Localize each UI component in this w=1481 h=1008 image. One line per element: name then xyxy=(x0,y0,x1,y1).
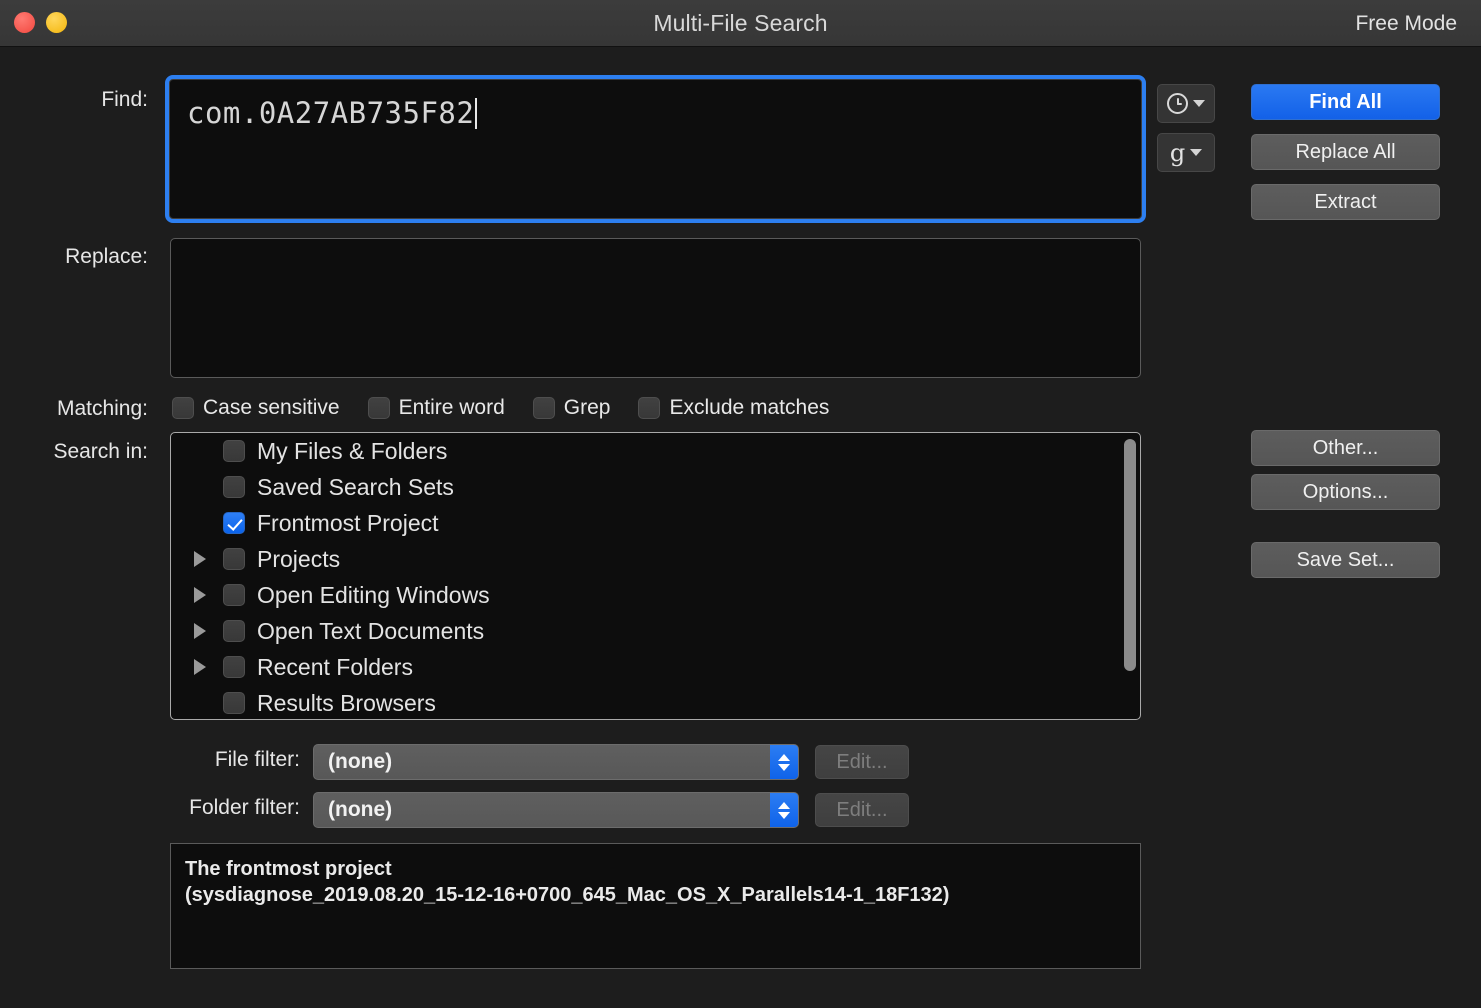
folder-filter-label: Folder filter: xyxy=(140,796,300,820)
file-filter-edit-button[interactable]: Edit... xyxy=(815,745,909,779)
chevron-up-icon xyxy=(778,802,790,809)
checkbox-label: Case sensitive xyxy=(203,396,340,420)
stepper-icon[interactable] xyxy=(770,793,798,827)
list-scrollbar[interactable] xyxy=(1123,437,1137,717)
folder-filter-edit-button[interactable]: Edit... xyxy=(815,793,909,827)
list-item-label: Frontmost Project xyxy=(257,510,439,537)
disclosure-triangle-icon[interactable] xyxy=(189,587,211,603)
save-set-button[interactable]: Save Set... xyxy=(1251,542,1440,578)
checkbox-box[interactable] xyxy=(638,397,660,419)
disclosure-triangle-icon[interactable] xyxy=(189,623,211,639)
list-item-my-files-and-folders[interactable]: My Files & Folders xyxy=(171,433,1140,469)
checkbox-entire-word[interactable]: Entire word xyxy=(368,396,505,420)
find-input-value: com.0A27AB735F82 xyxy=(187,96,474,130)
folder-filter-select[interactable]: (none) xyxy=(313,792,799,828)
multi-file-search-window: Multi-File Search Free Mode Find: com.0A… xyxy=(0,0,1481,1008)
matching-label: Matching: xyxy=(20,397,148,421)
folder-filter-value: (none) xyxy=(314,798,392,822)
list-item-open-text-documents[interactable]: Open Text Documents xyxy=(171,613,1140,649)
matching-options: Case sensitive Entire word Grep Exclude … xyxy=(172,394,857,422)
list-item-saved-search-sets[interactable]: Saved Search Sets xyxy=(171,469,1140,505)
checkbox-box[interactable] xyxy=(223,656,245,678)
find-input-text: com.0A27AB735F82 xyxy=(187,96,477,130)
chevron-down-icon xyxy=(1190,149,1202,156)
status-info-box: The frontmost project (sysdiagnose_2019.… xyxy=(170,843,1141,969)
search-in-list[interactable]: My Files & Folders Saved Search Sets Fro… xyxy=(170,432,1141,720)
replace-all-button[interactable]: Replace All xyxy=(1251,134,1440,170)
checkbox-box[interactable] xyxy=(223,548,245,570)
list-item-label: Results Browsers xyxy=(257,690,436,717)
extract-button[interactable]: Extract xyxy=(1251,184,1440,220)
window-title: Multi-File Search xyxy=(0,0,1481,47)
list-item-results-browsers[interactable]: Results Browsers xyxy=(171,685,1140,720)
checkbox-box[interactable] xyxy=(533,397,555,419)
replace-label: Replace: xyxy=(20,245,148,269)
status-line-1: The frontmost project xyxy=(185,856,1126,882)
disclosure-triangle-icon[interactable] xyxy=(189,551,211,567)
checkbox-box[interactable] xyxy=(368,397,390,419)
options-button[interactable]: Options... xyxy=(1251,474,1440,510)
checkbox-case-sensitive[interactable]: Case sensitive xyxy=(172,396,340,420)
checkbox-box[interactable] xyxy=(223,512,245,534)
list-item-projects[interactable]: Projects xyxy=(171,541,1140,577)
list-item-open-editing-windows[interactable]: Open Editing Windows xyxy=(171,577,1140,613)
title-bar: Multi-File Search Free Mode xyxy=(0,0,1481,47)
list-item-frontmost-project[interactable]: Frontmost Project xyxy=(171,505,1140,541)
list-item-label: My Files & Folders xyxy=(257,438,447,465)
checkbox-box[interactable] xyxy=(223,476,245,498)
grep-pattern-dropdown[interactable]: g xyxy=(1157,133,1215,172)
chevron-down-icon xyxy=(778,812,790,819)
file-filter-value: (none) xyxy=(314,750,392,774)
chevron-down-icon xyxy=(1193,100,1205,107)
search-history-dropdown[interactable] xyxy=(1157,84,1215,123)
free-mode-label: Free Mode xyxy=(1355,0,1457,47)
other-button[interactable]: Other... xyxy=(1251,430,1440,466)
disclosure-triangle-icon[interactable] xyxy=(189,659,211,675)
status-line-2: (sysdiagnose_2019.08.20_15-12-16+0700_64… xyxy=(185,882,1126,908)
g-icon: g xyxy=(1170,141,1185,165)
list-item-label: Recent Folders xyxy=(257,654,413,681)
list-item-label: Open Editing Windows xyxy=(257,582,490,609)
list-item-label: Projects xyxy=(257,546,340,573)
list-item-label: Open Text Documents xyxy=(257,618,484,645)
list-item-label: Saved Search Sets xyxy=(257,474,454,501)
file-filter-select[interactable]: (none) xyxy=(313,744,799,780)
chevron-down-icon xyxy=(778,764,790,771)
text-caret xyxy=(475,98,477,129)
search-in-label: Search in: xyxy=(20,440,148,464)
chevron-up-icon xyxy=(778,754,790,761)
checkbox-label: Exclude matches xyxy=(669,396,829,420)
checkbox-box[interactable] xyxy=(172,397,194,419)
checkbox-box[interactable] xyxy=(223,584,245,606)
checkbox-box[interactable] xyxy=(223,620,245,642)
clock-icon xyxy=(1167,93,1188,114)
find-input[interactable]: com.0A27AB735F82 xyxy=(168,78,1143,220)
file-filter-label: File filter: xyxy=(140,748,300,772)
checkbox-box[interactable] xyxy=(223,692,245,714)
checkbox-box[interactable] xyxy=(223,440,245,462)
scrollbar-thumb[interactable] xyxy=(1124,439,1136,671)
checkbox-grep[interactable]: Grep xyxy=(533,396,611,420)
replace-input[interactable] xyxy=(170,238,1141,378)
checkbox-exclude-matches[interactable]: Exclude matches xyxy=(638,396,829,420)
checkbox-label: Entire word xyxy=(399,396,505,420)
checkbox-label: Grep xyxy=(564,396,611,420)
find-all-button[interactable]: Find All xyxy=(1251,84,1440,120)
stepper-icon[interactable] xyxy=(770,745,798,779)
find-label: Find: xyxy=(20,88,148,112)
list-item-recent-folders[interactable]: Recent Folders xyxy=(171,649,1140,685)
